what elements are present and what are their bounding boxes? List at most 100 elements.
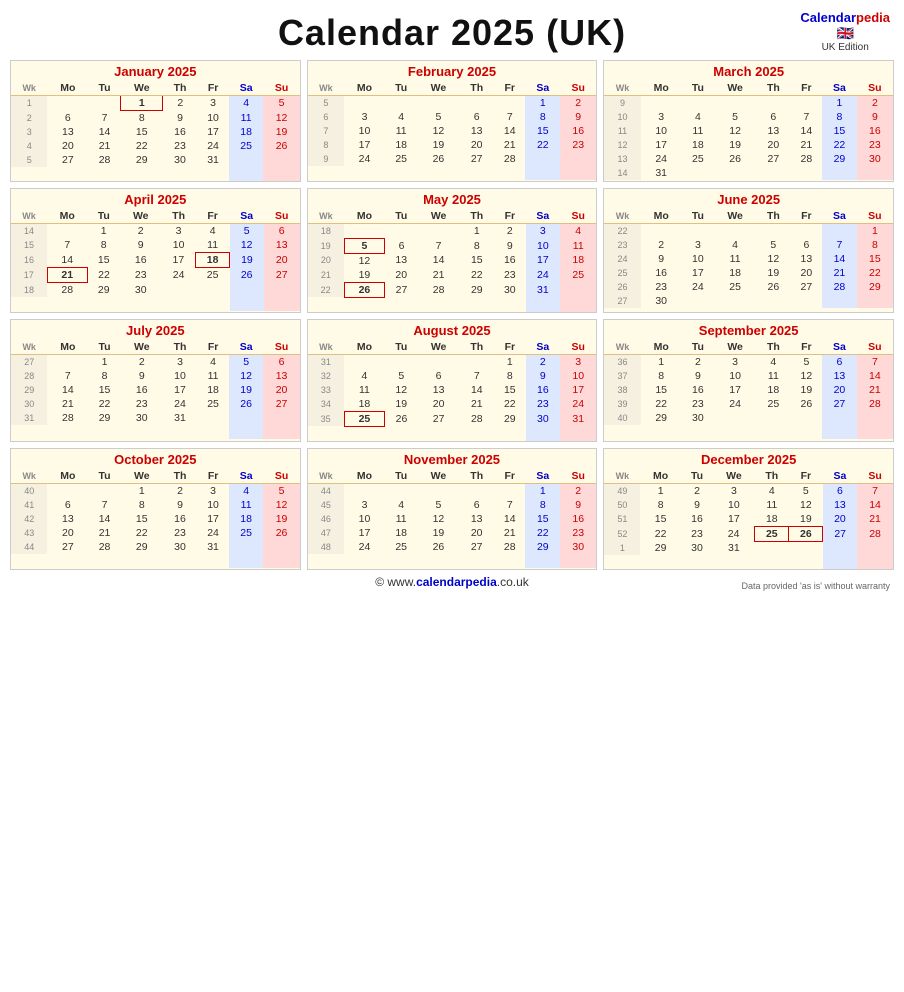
- day-cell: 3: [641, 110, 682, 124]
- day-cell: 7: [857, 354, 893, 369]
- day-cell: 9: [857, 110, 893, 124]
- month-block: September 2025WkMoTuWeThFrSaSu3612345673…: [603, 319, 894, 442]
- col-header-fr: Fr: [197, 81, 229, 96]
- day-cell: [714, 224, 756, 239]
- col-header-mo: Mo: [344, 209, 385, 224]
- day-cell: 37: [604, 369, 640, 383]
- day-cell: 31: [197, 540, 229, 554]
- day-cell: 24: [526, 268, 561, 283]
- day-cell: 28: [88, 153, 121, 167]
- day-cell: 23: [163, 526, 198, 540]
- col-header-mo: Mo: [641, 340, 682, 355]
- day-cell: 29: [494, 411, 525, 426]
- day-cell: 8: [857, 238, 893, 252]
- day-cell: [714, 294, 756, 308]
- day-cell: 22: [640, 526, 681, 541]
- day-cell: 22: [822, 138, 857, 152]
- day-cell: 19: [789, 512, 823, 527]
- col-header-we: We: [121, 469, 163, 484]
- empty-cell: [418, 426, 460, 441]
- logo-edition: UK Edition: [800, 42, 890, 53]
- month-table: WkMoTuWeThFrSaSu112345267891011123131415…: [11, 81, 300, 181]
- day-cell: [229, 153, 264, 167]
- day-cell: [263, 153, 299, 167]
- day-cell: 22: [525, 526, 560, 540]
- day-cell: 5: [229, 354, 264, 369]
- day-cell: 4: [682, 110, 715, 124]
- day-cell: 16: [641, 266, 682, 280]
- empty-cell: [197, 167, 229, 181]
- day-cell: 15: [640, 512, 681, 527]
- day-cell: [344, 354, 385, 369]
- table-row: 1721222324252627: [11, 268, 300, 283]
- day-cell: [47, 354, 88, 369]
- day-cell: 2: [560, 483, 596, 498]
- empty-cell: [308, 297, 344, 312]
- empty-cell: [418, 297, 460, 312]
- day-cell: 17: [11, 268, 47, 283]
- day-cell: 9: [560, 110, 596, 124]
- day-cell: 31: [713, 541, 755, 555]
- table-row: 3525262728293031: [308, 411, 597, 426]
- empty-cell: [385, 166, 418, 180]
- day-cell: 3: [526, 224, 561, 239]
- col-header-th: Th: [460, 209, 495, 224]
- day-cell: 16: [526, 383, 561, 397]
- day-cell: 14: [604, 166, 640, 180]
- day-cell: 27: [385, 282, 418, 297]
- table-row: 4610111213141516: [308, 512, 597, 526]
- day-cell: 27: [418, 411, 460, 426]
- day-cell: 30: [682, 411, 715, 425]
- month-title: October 2025: [11, 449, 300, 469]
- col-header-sa: Sa: [229, 81, 264, 96]
- day-cell: 15: [494, 383, 525, 397]
- day-cell: 28: [857, 526, 893, 541]
- day-cell: 3: [197, 483, 229, 498]
- empty-cell: [47, 554, 88, 568]
- day-cell: 15: [121, 125, 163, 139]
- col-header-tu: Tu: [385, 340, 418, 355]
- day-cell: [756, 224, 791, 239]
- col-header-sa: Sa: [822, 340, 857, 355]
- day-cell: 26: [344, 282, 385, 297]
- col-header-sa: Sa: [822, 209, 857, 224]
- day-cell: 7: [494, 110, 526, 124]
- day-cell: 9: [121, 369, 163, 383]
- day-cell: [47, 96, 88, 111]
- day-cell: 12: [263, 111, 299, 126]
- day-cell: 4: [385, 110, 418, 124]
- day-cell: [263, 540, 299, 554]
- day-cell: 13: [756, 124, 791, 138]
- day-cell: 6: [418, 369, 460, 383]
- day-cell: 28: [418, 282, 460, 297]
- empty-cell: [163, 554, 198, 568]
- col-header-we: We: [714, 340, 756, 355]
- day-cell: [641, 224, 682, 239]
- day-cell: 9: [308, 152, 344, 166]
- day-cell: 30: [163, 540, 198, 554]
- day-cell: 20: [791, 266, 823, 280]
- col-header-we: We: [418, 340, 460, 355]
- empty-cell: [560, 166, 596, 180]
- day-cell: 4: [714, 238, 756, 252]
- col-header-we: We: [713, 469, 755, 484]
- day-cell: 1: [822, 96, 857, 111]
- day-cell: 7: [460, 369, 495, 383]
- footer-link[interactable]: calendarpedia: [416, 575, 497, 589]
- col-header-wk: Wk: [11, 469, 47, 484]
- day-cell: 17: [197, 512, 229, 526]
- day-cell: [460, 354, 495, 369]
- col-header-wk: Wk: [604, 81, 640, 96]
- col-header-wk: Wk: [308, 469, 344, 484]
- day-cell: 22: [494, 397, 525, 412]
- day-cell: 21: [494, 138, 526, 152]
- col-header-wk: Wk: [11, 209, 47, 224]
- empty-cell: [459, 166, 494, 180]
- day-cell: 19: [385, 397, 418, 412]
- col-header-th: Th: [460, 340, 495, 355]
- col-header-we: We: [417, 81, 459, 96]
- day-cell: 40: [11, 483, 47, 498]
- day-cell: 20: [264, 253, 300, 268]
- day-cell: 3: [11, 125, 47, 139]
- day-cell: [459, 483, 494, 498]
